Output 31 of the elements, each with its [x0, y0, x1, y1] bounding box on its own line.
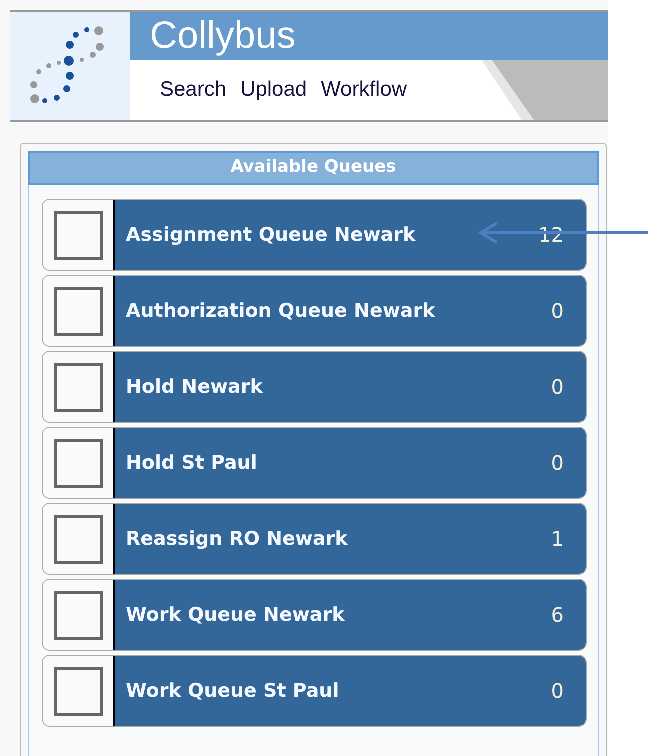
queue-name: Hold Newark [126, 374, 263, 400]
checkbox[interactable] [54, 590, 102, 640]
queue-name: Assignment Queue Newark [126, 222, 416, 248]
queue-name: Work Queue Newark [126, 602, 345, 628]
queue-row[interactable]: Reassign RO Newark 1 [42, 503, 587, 575]
checkbox[interactable] [54, 362, 102, 412]
queue-count: 0 [551, 450, 564, 477]
queue-name: Hold St Paul [126, 450, 258, 476]
queue-count: 6 [551, 602, 564, 629]
queue-count: 1 [551, 526, 564, 553]
queue-count: 0 [551, 298, 564, 325]
queue-count: 0 [551, 678, 564, 705]
nav-link[interactable]: Workflow [321, 74, 408, 106]
nav-link[interactable]: Upload [240, 74, 308, 106]
checkbox[interactable] [54, 514, 102, 564]
queue-row[interactable]: Work Queue St Paul 0 [42, 655, 587, 727]
queue-name: Authorization Queue Newark [126, 298, 436, 324]
queue-row[interactable]: Hold St Paul 0 [42, 427, 587, 499]
panel-header: Available Queues [28, 151, 599, 185]
app-title: Collybus [150, 17, 296, 55]
queue-row[interactable]: Authorization Queue Newark 0 [42, 275, 587, 347]
checkbox[interactable] [54, 438, 102, 488]
nav-link[interactable]: Search [160, 74, 227, 106]
queue-count: 0 [551, 374, 564, 401]
checkbox[interactable] [54, 666, 102, 716]
queue-name: Reassign RO Newark [126, 526, 348, 552]
queue-row[interactable]: Hold Newark 0 [42, 351, 587, 423]
queue-name: Work Queue St Paul [126, 678, 340, 704]
queue-row[interactable]: Work Queue Newark 6 [42, 579, 587, 651]
checkbox[interactable] [54, 286, 102, 336]
checkbox[interactable] [54, 210, 102, 260]
